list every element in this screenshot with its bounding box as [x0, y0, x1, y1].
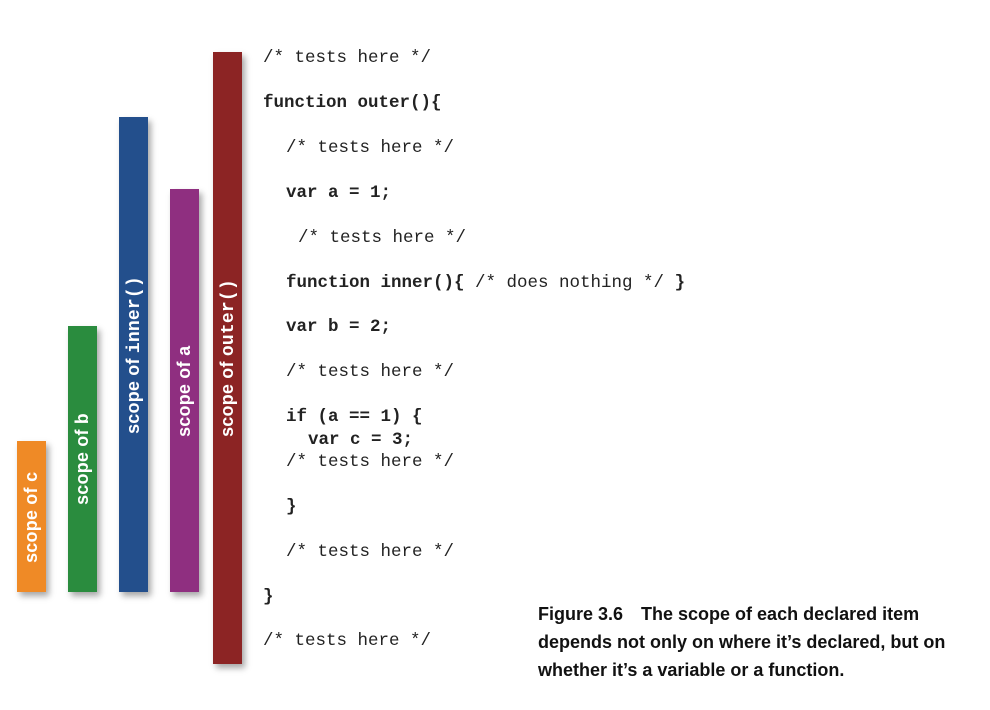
code-line-9: if (a == 1) {	[286, 407, 423, 427]
scope-label-c: scope of c	[20, 470, 43, 563]
code-line-13: /* tests here */	[286, 542, 455, 562]
scope-bar-outer: scope of outer()	[213, 52, 242, 664]
code-inner-close: }	[674, 273, 686, 293]
code-line-14: }	[263, 587, 274, 607]
code-line-7: var b = 2;	[286, 317, 392, 337]
scope-bar-c: scope of c	[17, 441, 46, 592]
scope-bar-inner: scope of inner()	[119, 117, 148, 592]
code-line-15: /* tests here */	[263, 631, 432, 651]
scope-label-inner: scope of inner()	[122, 275, 145, 434]
code-line-5: /* tests here */	[298, 228, 467, 248]
scope-label-outer: scope of outer()	[216, 279, 239, 437]
code-line-3: /* tests here */	[286, 138, 455, 158]
code-line-12: }	[286, 497, 297, 517]
code-inner-comment: /* does nothing */	[464, 273, 675, 293]
figure-number: Figure 3.6	[538, 604, 624, 624]
code-line-11: /* tests here */	[286, 452, 455, 472]
code-line-1: /* tests here */	[263, 48, 432, 68]
scope-bar-a: scope of a	[170, 189, 199, 592]
scope-bar-b: scope of b	[68, 326, 97, 592]
code-inner-decl: function inner(){	[286, 273, 465, 293]
code-line-6: function inner(){ /* does nothing */ }	[286, 273, 685, 293]
code-line-10: var c = 3;	[308, 430, 414, 450]
scope-label-b: scope of b	[71, 413, 94, 505]
code-line-8: /* tests here */	[286, 362, 455, 382]
figure-caption: Figure 3.6 The scope of each declared ite…	[538, 600, 978, 684]
code-line-4: var a = 1;	[286, 183, 392, 203]
scope-label-a: scope of a	[173, 344, 196, 437]
code-line-2: function outer(){	[263, 93, 442, 113]
